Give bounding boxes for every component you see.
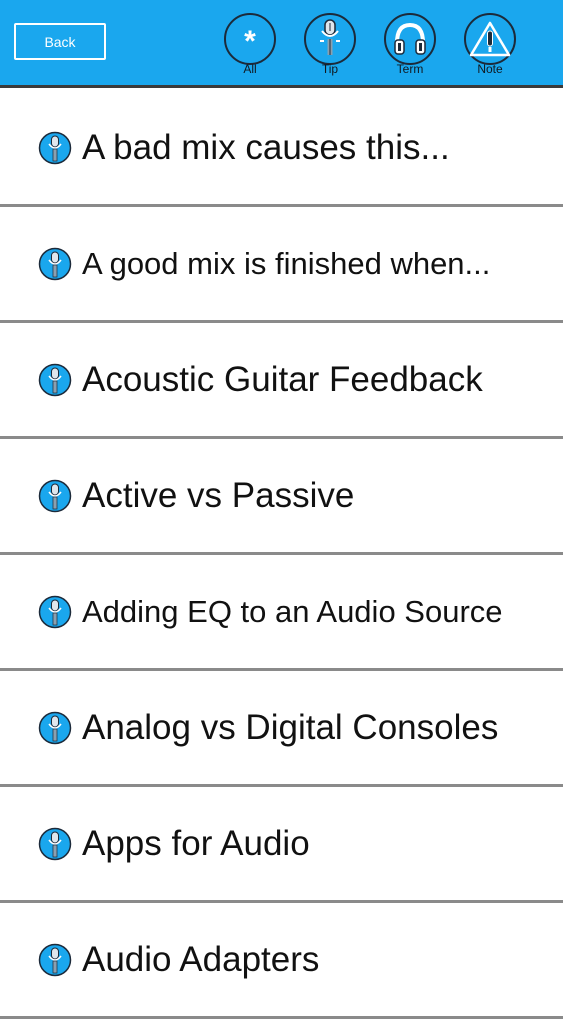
asterisk-icon: *	[224, 13, 276, 65]
list-item-label: Analog vs Digital Consoles	[82, 707, 499, 747]
list-item[interactable]: Audio Adapters	[0, 903, 563, 1019]
list-item[interactable]: A good mix is finished when...	[0, 207, 563, 323]
microphone-tip-icon	[38, 595, 72, 629]
microphone-tip-icon	[38, 131, 72, 165]
microphone-tip-icon	[38, 943, 72, 977]
list-item-label: A good mix is finished when...	[82, 245, 491, 281]
microphone-tip-icon	[38, 363, 72, 397]
filter-note-label: Note	[477, 62, 503, 76]
list-item[interactable]: Apps for Audio	[0, 787, 563, 903]
microphone-tip-icon	[38, 247, 72, 281]
list-item[interactable]: Acoustic Guitar Feedback	[0, 323, 563, 439]
list-item[interactable]: Adding EQ to an Audio Source	[0, 555, 563, 671]
list-item-label: A bad mix causes this...	[82, 127, 450, 167]
filter-term-button[interactable]: Term	[383, 13, 437, 76]
list-item-label: Audio Adapters	[82, 939, 320, 979]
filter-note-button[interactable]: Note	[463, 13, 517, 76]
microphone-tip-icon	[38, 479, 72, 513]
top-toolbar: Back * All Tip Term Note	[0, 0, 563, 88]
microphone-tip-icon	[38, 827, 72, 861]
list-item-label: Adding EQ to an Audio Source	[82, 593, 503, 629]
back-button[interactable]: Back	[14, 23, 106, 60]
list-item[interactable]: A bad mix causes this...	[0, 91, 563, 207]
microphone-tip-icon	[38, 711, 72, 745]
topic-list: A bad mix causes this... A good mix is fi…	[0, 91, 563, 1019]
filter-term-label: Term	[396, 62, 424, 76]
warning-microphone-icon	[464, 13, 516, 65]
list-item-label: Active vs Passive	[82, 475, 355, 515]
microphone-icon	[304, 13, 356, 65]
list-item-label: Apps for Audio	[82, 823, 310, 863]
list-item-label: Acoustic Guitar Feedback	[82, 359, 483, 399]
filter-tip-button[interactable]: Tip	[303, 13, 357, 76]
filter-all-button[interactable]: * All	[223, 13, 277, 76]
list-item[interactable]: Analog vs Digital Consoles	[0, 671, 563, 787]
filter-tip-label: Tip	[321, 62, 339, 76]
filter-all-label: All	[243, 62, 257, 76]
headphones-icon	[384, 13, 436, 65]
list-item[interactable]: Active vs Passive	[0, 439, 563, 555]
